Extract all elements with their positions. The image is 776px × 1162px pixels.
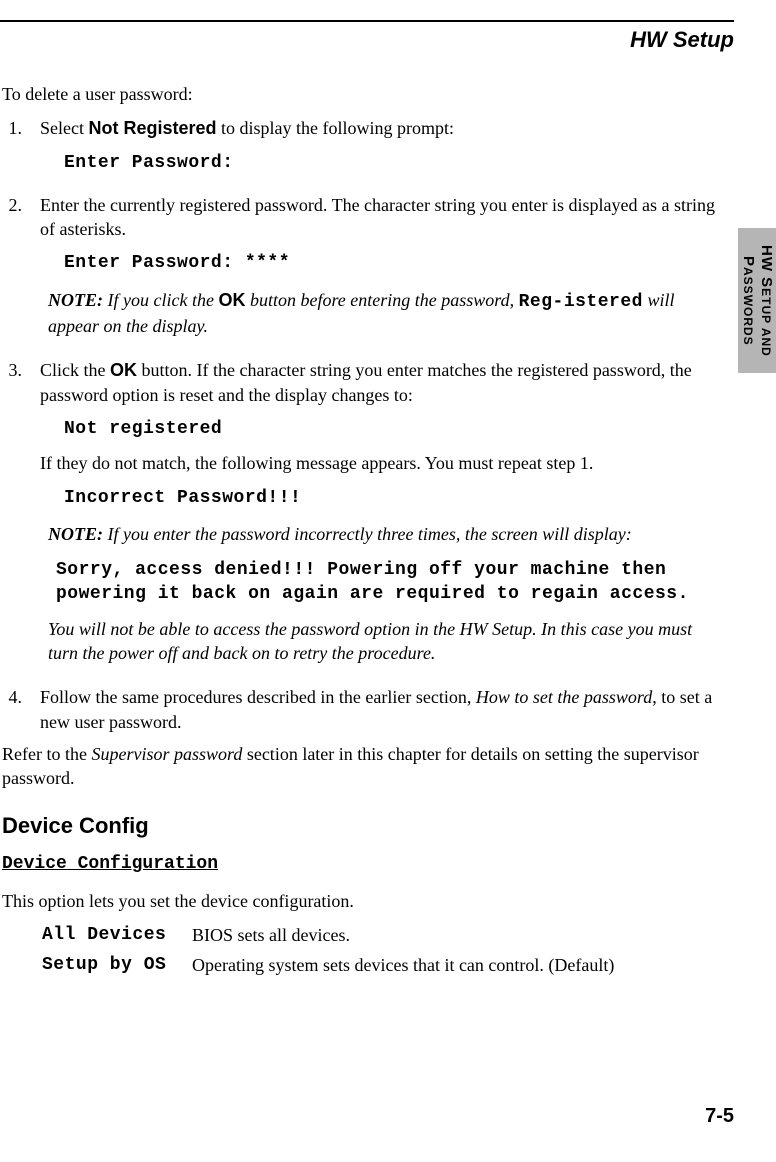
code-prompt: Enter Password: — [64, 151, 726, 175]
step-body: Click the OK button. If the character st… — [28, 358, 726, 677]
side-tab-text: HW SETUP ANDPASSWORDS — [739, 245, 775, 357]
config-label: Setup by OS — [42, 953, 192, 977]
step-number: 1. — [2, 116, 28, 185]
mono-text: Reg-istered — [519, 292, 643, 312]
config-row: All Devices BIOS sets all devices. — [42, 923, 726, 947]
refer-text: Refer to the Supervisor password section… — [2, 742, 726, 791]
text: Click the — [40, 360, 110, 380]
followup-text: If they do not match, the following mess… — [40, 451, 726, 475]
note-after: You will not be able to access the passw… — [48, 617, 726, 666]
content-area: To delete a user password: 1. Select Not… — [2, 82, 726, 983]
step-body: Follow the same procedures described in … — [28, 685, 726, 734]
text: If you click the — [103, 290, 218, 310]
step-body: Enter the currently registered password.… — [28, 193, 726, 350]
code-line: Not registered — [64, 417, 726, 441]
page-header: HW Setup — [630, 25, 734, 55]
config-text: Operating system sets devices that it ca… — [192, 953, 726, 977]
step-number: 4. — [2, 685, 28, 734]
step-4: 4. Follow the same procedures described … — [2, 685, 726, 734]
step-number: 2. — [2, 193, 28, 350]
step-1: 1. Select Not Registered to display the … — [2, 116, 726, 185]
text: button. If the character string you ente… — [40, 360, 692, 404]
config-row: Setup by OS Operating system sets device… — [42, 953, 726, 977]
section-heading: Device Config — [2, 811, 726, 841]
text: Select — [40, 118, 88, 138]
text: button before entering the password, — [245, 290, 518, 310]
intro-text: To delete a user password: — [2, 82, 726, 106]
step-2: 2. Enter the currently registered passwo… — [2, 193, 726, 350]
header-rule — [0, 20, 734, 22]
note-label: NOTE: — [48, 290, 103, 310]
bold-text: Not Registered — [88, 118, 216, 138]
text: to display the following prompt: — [217, 118, 454, 138]
note-block: NOTE: If you enter the password incorrec… — [48, 522, 726, 546]
text: Follow the same procedures described in … — [40, 687, 476, 707]
bold-text: OK — [218, 290, 245, 310]
text: Enter the currently registered password.… — [40, 195, 715, 239]
step-number: 3. — [2, 358, 28, 677]
sub-heading: Device Configuration — [2, 852, 726, 876]
italic-text: Supervisor password — [91, 744, 242, 764]
page-number: 7-5 — [705, 1103, 734, 1130]
config-description: This option lets you set the device conf… — [2, 889, 726, 913]
note-block: NOTE: If you click the OK button before … — [48, 288, 726, 339]
code-block: Sorry, access denied!!! Powering off you… — [56, 558, 726, 607]
italic-text: How to set the password — [476, 687, 652, 707]
note-label: NOTE: — [48, 524, 103, 544]
bold-text: OK — [110, 360, 137, 380]
code-line: Incorrect Password!!! — [64, 486, 726, 510]
code-prompt: Enter Password: **** — [64, 251, 726, 275]
config-label: All Devices — [42, 923, 192, 947]
config-text: BIOS sets all devices. — [192, 923, 726, 947]
text: Refer to the — [2, 744, 91, 764]
side-tab: HW SETUP ANDPASSWORDS — [738, 228, 776, 373]
step-body: Select Not Registered to display the fol… — [28, 116, 726, 185]
step-3: 3. Click the OK button. If the character… — [2, 358, 726, 677]
text: If you enter the password incorrectly th… — [103, 524, 632, 544]
